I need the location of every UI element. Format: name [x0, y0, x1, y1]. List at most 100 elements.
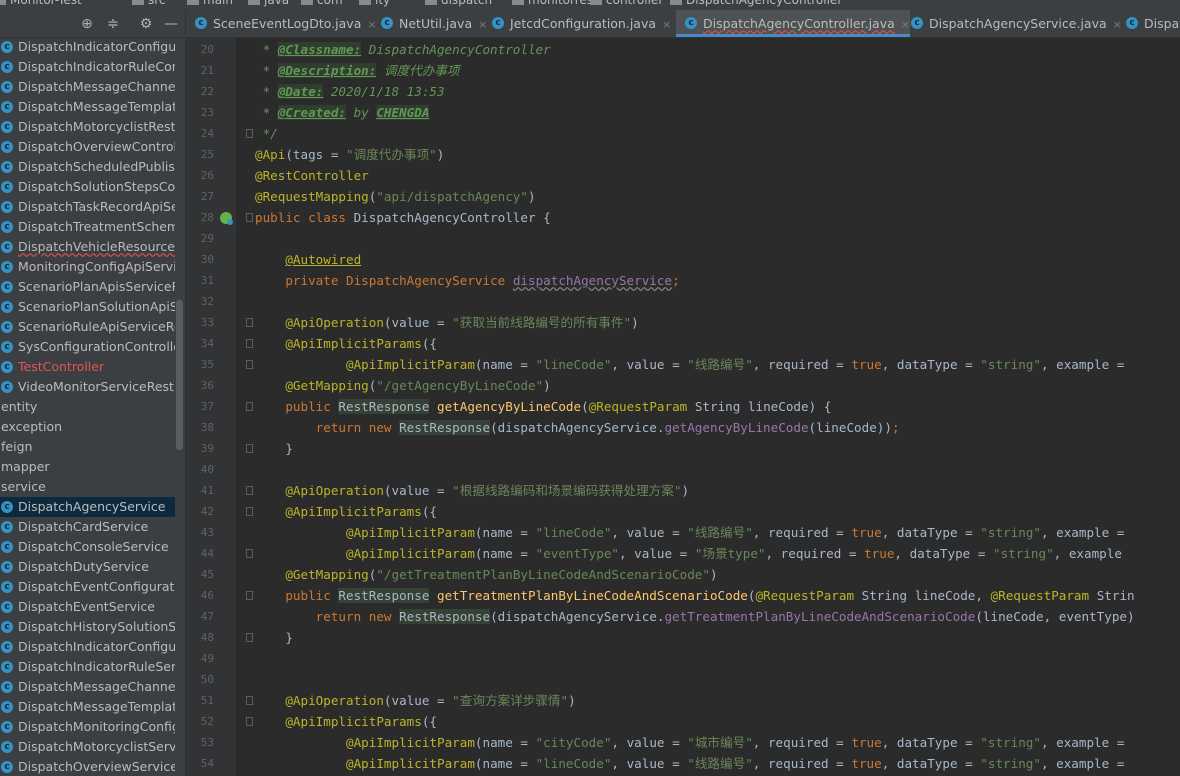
- tree-file[interactable]: c MonitoringConfigApiServiceF: [0, 257, 175, 277]
- tree-file[interactable]: c DispatchMessageChannelSer: [0, 677, 175, 697]
- breadcrumb-item[interactable]: dispatch: [425, 0, 492, 7]
- code-token: by: [346, 105, 377, 120]
- fold-marker-icon[interactable]: [246, 486, 253, 495]
- breadcrumb-item[interactable]: monitorrest: [512, 0, 598, 7]
- code-token: "string": [993, 546, 1054, 561]
- tree-file[interactable]: c DispatchConsoleService: [0, 537, 175, 557]
- code-token: dispatchAgencyService: [512, 273, 673, 288]
- fold-marker-icon[interactable]: [246, 591, 253, 600]
- tree-file[interactable]: c DispatchIndicatorRuleService: [0, 657, 175, 677]
- tree-file[interactable]: c DispatchMotorcyclistRest: [0, 117, 175, 137]
- tree-file[interactable]: c DispatchAgencyService: [0, 497, 175, 517]
- tree-file[interactable]: c DispatchCardService: [0, 517, 175, 537]
- code-line: @ApiImplicitParam(name = "eventType", va…: [255, 543, 1122, 564]
- code-token: @Created:: [277, 105, 346, 120]
- editor-tab[interactable]: c NetUtil.java ×: [372, 10, 487, 37]
- fold-marker-icon[interactable]: [246, 633, 253, 642]
- gear-icon[interactable]: ⚙: [137, 15, 155, 33]
- tree-file[interactable]: c DispatchTaskRecordApiServi: [0, 197, 175, 217]
- tree-file[interactable]: c DispatchOverviewController: [0, 137, 175, 157]
- breadcrumb-item[interactable]: java: [248, 0, 289, 7]
- tab-label: DispatchAgencyController.java: [703, 16, 895, 31]
- fold-marker-icon[interactable]: [246, 402, 253, 411]
- tree-file[interactable]: c TestController: [0, 357, 175, 377]
- tree-file[interactable]: c ScenarioRuleApiServiceRest: [0, 317, 175, 337]
- tree-file[interactable]: c DispatchMonitoringConfigSe: [0, 717, 175, 737]
- tree-file[interactable]: c VideoMonitorServiceRest: [0, 377, 175, 397]
- tree-file[interactable]: c DispatchMessageTemplateSe: [0, 697, 175, 717]
- breadcrumb-item[interactable]: controller: [590, 0, 663, 7]
- fold-marker-icon[interactable]: [246, 339, 253, 348]
- collapse-all-icon[interactable]: ≑: [104, 15, 122, 33]
- tree-file[interactable]: c DispatchMessageChannelCor: [0, 77, 175, 97]
- tree-item-label: service: [1, 479, 46, 494]
- line-number: 31: [200, 274, 214, 287]
- tree-item-label: DispatchMotorcyclistRest: [18, 119, 175, 134]
- code-token: }: [255, 441, 293, 456]
- code-token: (name =: [474, 357, 536, 372]
- code-token: ): [527, 189, 536, 204]
- breadcrumb-item[interactable]: Monitor-Test: [0, 0, 82, 7]
- breadcrumb-item[interactable]: main: [187, 0, 233, 7]
- tree-folder[interactable]: service: [0, 477, 175, 497]
- editor-tab[interactable]: c DispatchAgencyService.java ×: [902, 10, 1122, 37]
- project-tool-window: ⊕ ≑ ⚙ — c DispatchIndicatorConfigurati c Di…: [0, 10, 186, 776]
- spring-bean-icon[interactable]: [220, 212, 233, 225]
- tree-file[interactable]: c SysConfigurationController: [0, 337, 175, 357]
- breadcrumb-item[interactable]: DispatchAgencyController: [670, 0, 842, 7]
- code-token: @RequestParam: [990, 588, 1090, 603]
- editor-tab[interactable]: c SceneEventLogDto.java ×: [186, 10, 377, 37]
- code-line: @RequestMapping("api/dispatchAgency"): [255, 186, 536, 207]
- editor-tab[interactable]: c JetcdConfiguration.java ×: [483, 10, 671, 37]
- fold-marker-icon[interactable]: [246, 360, 253, 369]
- tree-file[interactable]: c DispatchDutyService: [0, 557, 175, 577]
- breadcrumb-item[interactable]: ity: [359, 0, 390, 7]
- tree-file[interactable]: c DispatchTreatmentSchemeCo: [0, 217, 175, 237]
- fold-marker-icon[interactable]: [246, 507, 253, 516]
- java-class-icon: c: [1, 141, 13, 153]
- fold-marker-icon[interactable]: [246, 129, 253, 138]
- locate-file-icon[interactable]: ⊕: [78, 15, 96, 33]
- tree-file[interactable]: c DispatchVehicleResourceRes: [0, 237, 175, 257]
- tree-file[interactable]: c DispatchIndicatorConfigurati: [0, 37, 175, 57]
- tree-folder[interactable]: feign: [0, 437, 175, 457]
- fold-marker-icon[interactable]: [246, 549, 253, 558]
- project-scrollbar[interactable]: [176, 300, 183, 450]
- tree-file[interactable]: c DispatchIndicatorConfigurati: [0, 637, 175, 657]
- code-editor[interactable]: 20 21 22 23 24 25 26 27 28 29 30 31 32 33 34 35 36 37 38 39…: [186, 38, 1180, 776]
- tree-folder[interactable]: entity: [0, 397, 175, 417]
- code-token: "string": [980, 357, 1041, 372]
- fold-marker-icon[interactable]: [246, 318, 253, 327]
- fold-marker-icon[interactable]: [246, 444, 253, 453]
- close-tab-icon[interactable]: ×: [662, 18, 671, 31]
- tree-file[interactable]: c DispatchIndicatorRuleContro: [0, 57, 175, 77]
- tree-file[interactable]: c DispatchScheduledPublished: [0, 157, 175, 177]
- tree-file[interactable]: c DispatchHistorySolutionServi: [0, 617, 175, 637]
- tree-file[interactable]: c DispatchOverviewService: [0, 757, 175, 776]
- line-number: 50: [200, 673, 214, 686]
- tree-file[interactable]: c DispatchEventConfigurationS: [0, 577, 175, 597]
- editor-tab[interactable]: c Dispatch: [1117, 10, 1180, 37]
- breadcrumb-item[interactable]: src: [132, 0, 166, 7]
- tree-file[interactable]: c ScenarioPlanSolutionApiServ: [0, 297, 175, 317]
- tree-folder[interactable]: exception: [0, 417, 175, 437]
- line-number: 46: [200, 589, 214, 602]
- tree-file[interactable]: c DispatchSolutionStepsContro: [0, 177, 175, 197]
- fold-marker-icon[interactable]: [246, 696, 253, 705]
- tree-item-label: mapper: [1, 459, 50, 474]
- tree-file[interactable]: c DispatchMessageTemplateCc: [0, 97, 175, 117]
- fold-marker-icon[interactable]: [246, 717, 253, 726]
- fold-marker-icon[interactable]: [246, 213, 253, 222]
- line-number: 40: [200, 463, 214, 476]
- tree-file[interactable]: c DispatchMotorcyclistService: [0, 737, 175, 757]
- editor-tab[interactable]: c DispatchAgencyController.java ×: [676, 10, 910, 37]
- tree-file[interactable]: c ScenarioPlanApisServiceRest: [0, 277, 175, 297]
- code-line: return new RestResponse(dispatchAgencySe…: [255, 606, 1135, 627]
- hide-panel-icon[interactable]: —: [162, 15, 180, 33]
- code-token: "线路编号": [687, 525, 753, 540]
- tree-folder[interactable]: mapper: [0, 457, 175, 477]
- tree-file[interactable]: c DispatchEventService: [0, 597, 175, 617]
- tree-item-label: VideoMonitorServiceRest: [18, 379, 174, 394]
- breadcrumb-item[interactable]: com: [301, 0, 343, 7]
